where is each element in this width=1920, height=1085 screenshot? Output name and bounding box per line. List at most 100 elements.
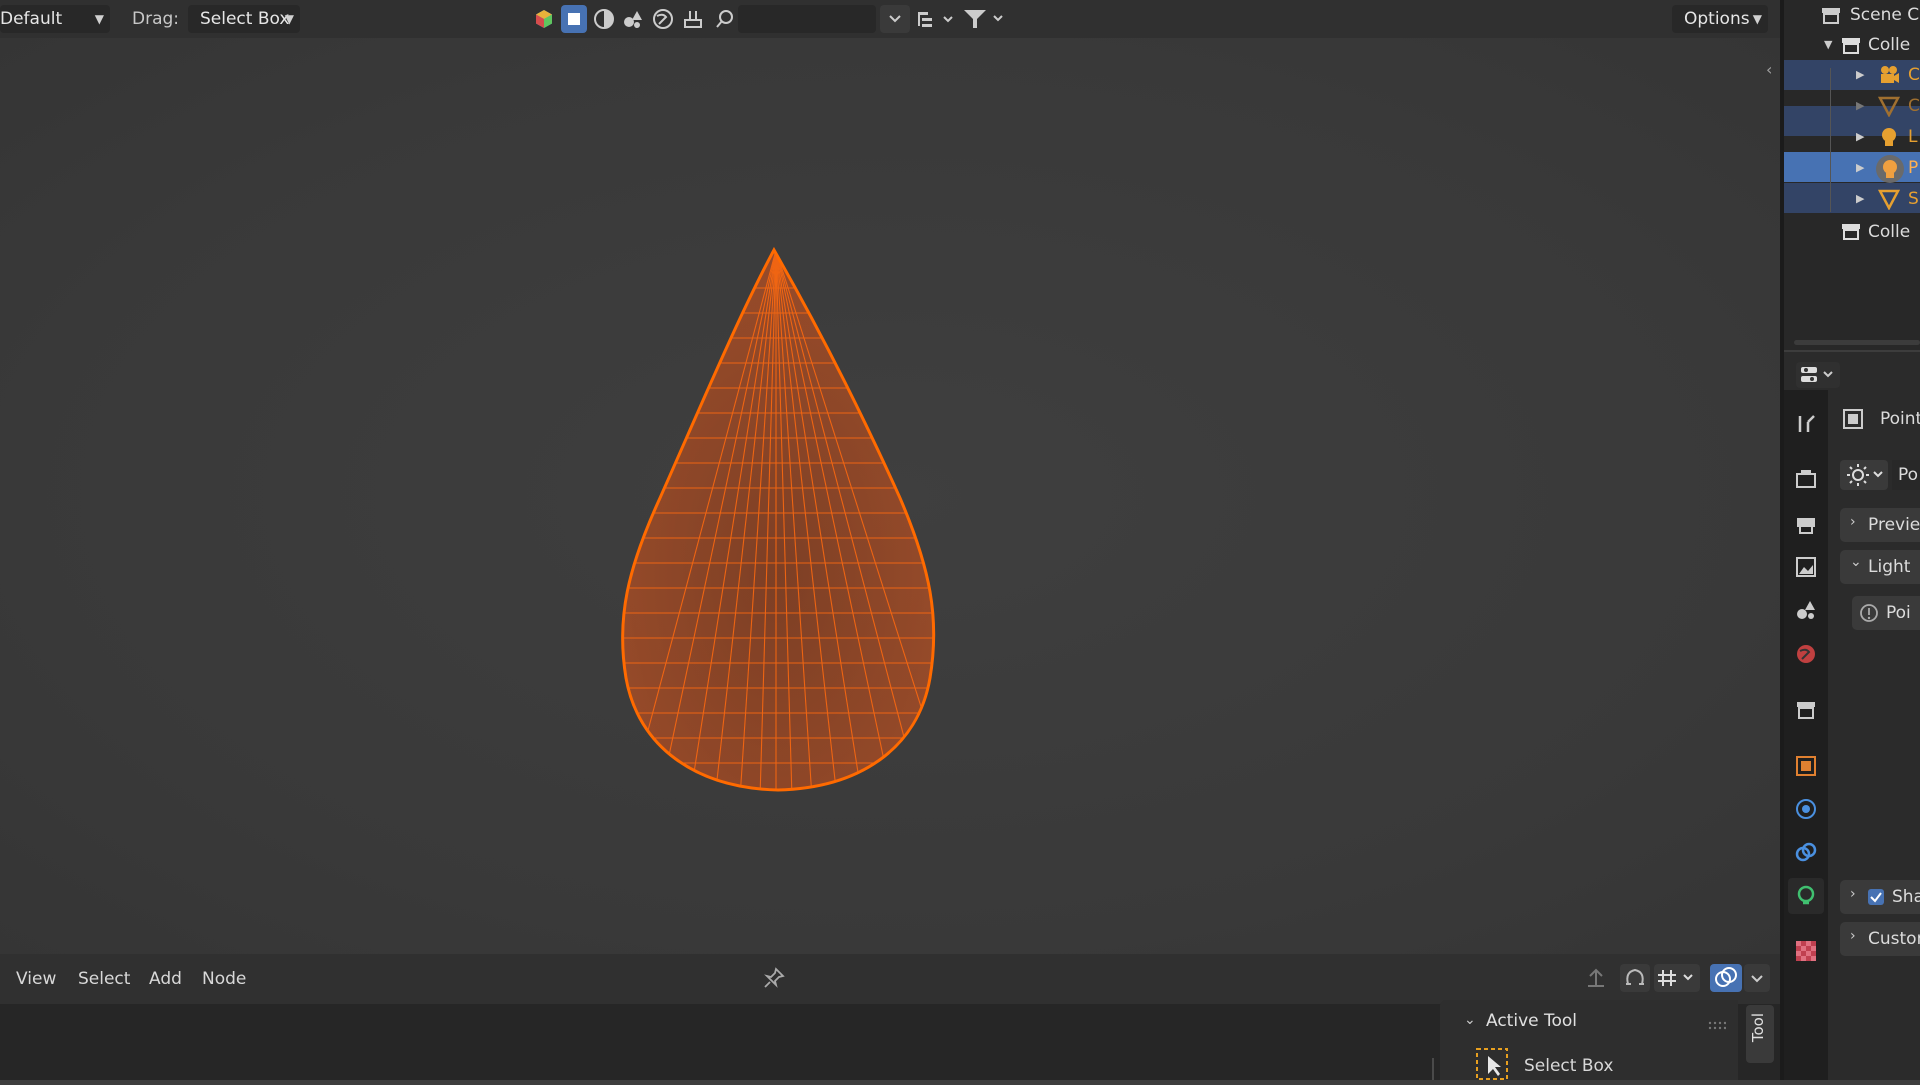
physics-icon[interactable] xyxy=(1794,797,1818,821)
mesh-triangle-icon xyxy=(1877,188,1901,215)
shadow-panel-label: Sha xyxy=(1892,887,1920,907)
select-box-mode-icon[interactable] xyxy=(561,5,587,33)
light-data-label: Po xyxy=(1898,465,1919,485)
expand-arrow-icon[interactable]: ▶ xyxy=(1856,161,1864,174)
editor-mode-dropdown[interactable]: Default ▼ xyxy=(0,5,110,33)
scene-icon[interactable] xyxy=(1794,598,1818,622)
grid-snap-icon[interactable] xyxy=(1654,964,1700,992)
light-icon xyxy=(1876,155,1904,183)
filter-icon[interactable] xyxy=(960,5,1008,33)
mesh-triangle-icon xyxy=(1877,95,1901,122)
outliner-collection-label[interactable]: Colle xyxy=(1868,217,1910,247)
collection-icon xyxy=(1840,220,1862,247)
view-layer-icon[interactable] xyxy=(1794,555,1818,579)
expand-arrow-icon[interactable]: ▼ xyxy=(1824,38,1832,51)
expand-arrow-icon[interactable]: ▶ xyxy=(1856,130,1864,143)
render-icon[interactable] xyxy=(1794,467,1818,491)
hierarchy-icon[interactable] xyxy=(914,5,958,33)
tool-tab[interactable]: Tool xyxy=(1746,1005,1774,1063)
outliner-collection-label[interactable]: Colle xyxy=(1868,30,1910,60)
drag-dropdown[interactable]: Select Box ▼ xyxy=(188,5,300,33)
chevron-right-icon: › xyxy=(1850,928,1856,944)
light-icon xyxy=(1878,126,1900,153)
pin-icon[interactable] xyxy=(762,966,786,995)
preview-panel-label: Previe xyxy=(1868,515,1920,535)
light-type-selector[interactable] xyxy=(1840,460,1888,490)
active-tool-name: Select Box xyxy=(1524,1056,1614,1076)
world-icon[interactable] xyxy=(1794,642,1818,666)
node-editor-header xyxy=(0,954,1780,1004)
drag-value: Select Box xyxy=(200,9,290,29)
chevron-down-icon: ▼ xyxy=(94,12,104,26)
chevron-down-icon: ▼ xyxy=(284,12,294,26)
search-field[interactable] xyxy=(738,5,876,33)
menu-add[interactable]: Add xyxy=(149,954,182,1004)
world-icon[interactable] xyxy=(650,5,676,33)
droplet-wireframe[interactable] xyxy=(600,198,960,798)
outliner-item-label[interactable]: P xyxy=(1908,153,1918,183)
collection-icon xyxy=(1840,34,1862,61)
custom-properties-panel-header[interactable]: › Custor xyxy=(1840,922,1920,956)
menu-view[interactable]: View xyxy=(16,954,56,1004)
constraints-icon[interactable] xyxy=(1794,840,1818,864)
chevron-down-icon: ⌄ xyxy=(1850,554,1862,570)
chevron-down-icon[interactable] xyxy=(1744,964,1770,992)
texture-checker-icon[interactable] xyxy=(1794,939,1818,963)
viewport-header: Default ▼ Drag: Select Box ▼ Options ▼ xyxy=(0,0,1780,38)
point-light-button[interactable]: Poi xyxy=(1852,596,1920,630)
editor-type-icon[interactable] xyxy=(1796,362,1840,388)
collection-icon[interactable] xyxy=(1794,698,1818,722)
light-panel-header[interactable]: ⌄ Light xyxy=(1840,550,1920,584)
chevron-down-icon[interactable] xyxy=(880,5,910,33)
material-sphere-icon[interactable] xyxy=(591,5,617,33)
region-divider xyxy=(1432,1058,1434,1080)
drag-handle-icon[interactable] xyxy=(1708,1016,1727,1036)
compositing-icon[interactable] xyxy=(680,5,706,33)
expand-arrow-icon[interactable]: ▶ xyxy=(1856,99,1864,112)
collapse-sidebar-icon[interactable]: ‹ xyxy=(1766,60,1772,79)
overlay-toggle-icon[interactable] xyxy=(1710,964,1742,992)
light-object-icon xyxy=(1842,408,1864,435)
object-name-label[interactable]: Point xyxy=(1880,404,1920,434)
select-box-tool-icon[interactable] xyxy=(1476,1048,1508,1080)
output-printer-icon[interactable] xyxy=(1794,512,1818,536)
search-icon[interactable] xyxy=(712,5,738,33)
outliner-item-label[interactable]: C xyxy=(1908,91,1920,121)
chevron-right-icon: › xyxy=(1850,886,1856,902)
object-icon[interactable] xyxy=(1794,754,1818,778)
options-dropdown[interactable]: Options ▼ xyxy=(1672,5,1768,33)
parent-node-icon[interactable] xyxy=(1584,966,1608,995)
tool-settings-icon[interactable] xyxy=(1794,412,1818,436)
light-data-field[interactable]: Po xyxy=(1892,460,1920,490)
properties-tabs xyxy=(1784,390,1828,1080)
scene-collection-icon xyxy=(1820,4,1842,31)
menu-select[interactable]: Select xyxy=(78,954,130,1004)
chevron-down-icon[interactable]: ⌄ xyxy=(1464,1012,1476,1028)
outliner-item-label[interactable]: L xyxy=(1908,122,1917,152)
light-bulb-icon[interactable] xyxy=(1794,884,1818,908)
chevron-right-icon: › xyxy=(1850,514,1856,530)
options-label: Options xyxy=(1684,9,1750,29)
scene-objects-icon[interactable] xyxy=(620,5,646,33)
active-tool-panel: ⌄ Active Tool Select Box xyxy=(1440,1000,1738,1080)
outliner: Scene Co ▼ Colle ▶ C ▶ C ▶ L ▶ P ▶ S Col… xyxy=(1784,0,1920,350)
point-light-label: Poi xyxy=(1886,603,1911,623)
preview-panel-header[interactable]: › Previe xyxy=(1840,508,1920,542)
camera-icon xyxy=(1878,64,1900,91)
drag-label: Drag: xyxy=(132,9,180,29)
expand-arrow-icon[interactable]: ▶ xyxy=(1856,68,1864,81)
outliner-item-label[interactable]: S xyxy=(1908,184,1919,214)
menu-node[interactable]: Node xyxy=(202,954,246,1004)
expand-arrow-icon[interactable]: ▶ xyxy=(1856,192,1864,205)
outliner-item-label[interactable]: C xyxy=(1908,60,1920,90)
outliner-scrollbar[interactable] xyxy=(1794,340,1920,345)
shadow-checkbox[interactable] xyxy=(1868,889,1884,905)
snap-icon[interactable] xyxy=(1620,964,1650,992)
active-tool-title[interactable]: Active Tool xyxy=(1486,1011,1577,1031)
tool-tab-label: Tool xyxy=(1749,1013,1767,1043)
outliner-root-label[interactable]: Scene Co xyxy=(1850,0,1920,30)
shadow-panel-header[interactable]: › Sha xyxy=(1840,880,1920,914)
3d-viewport[interactable]: ‹ xyxy=(0,38,1780,954)
editor-mode-value: Default xyxy=(0,9,63,29)
cube-icon[interactable] xyxy=(531,5,557,33)
